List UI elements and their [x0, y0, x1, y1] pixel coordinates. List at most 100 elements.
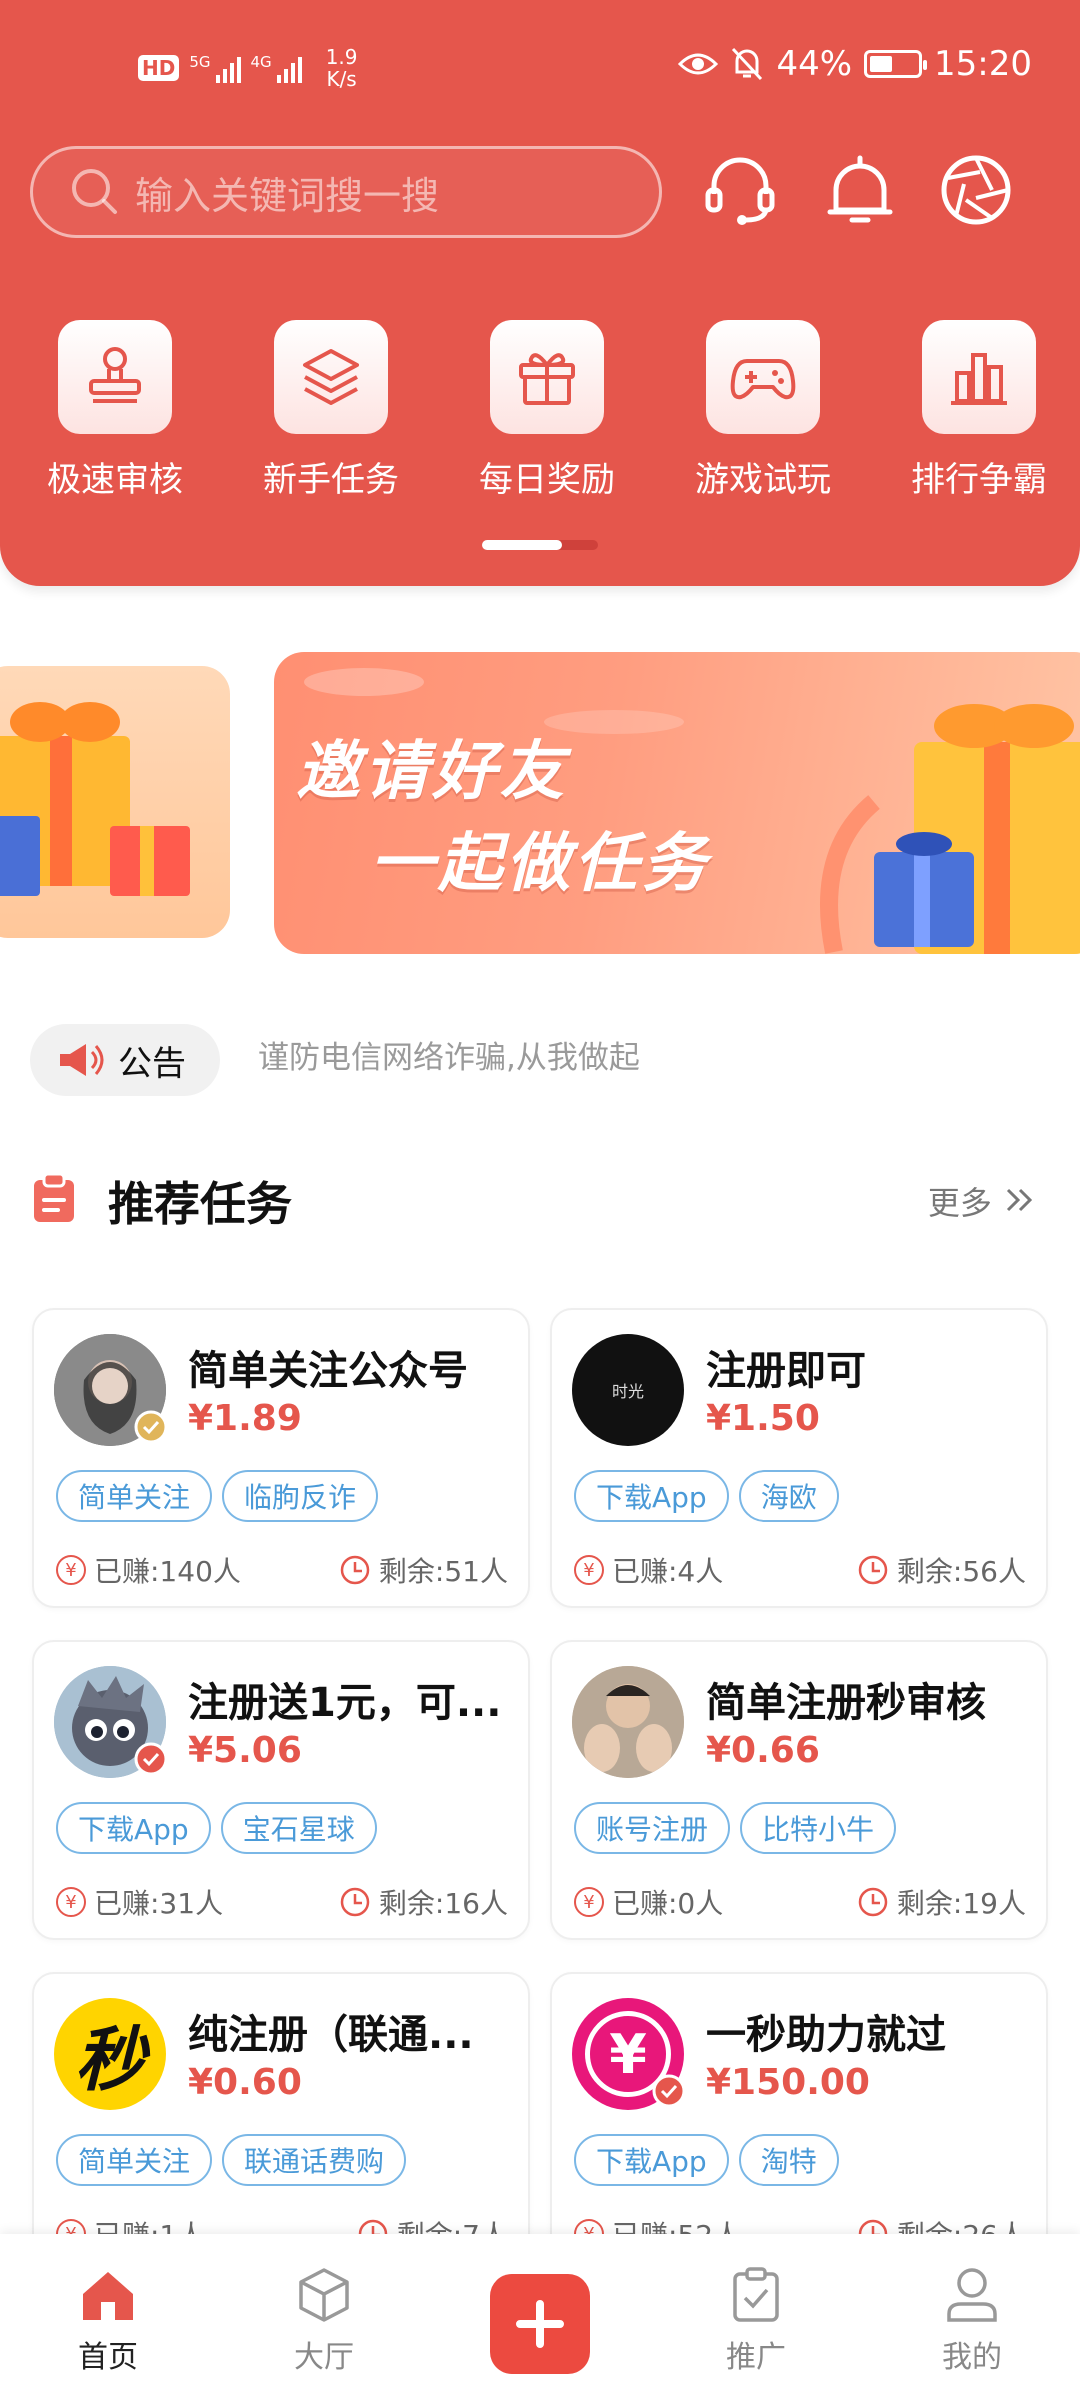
clock-time: 15:20	[934, 44, 1032, 84]
home-icon	[83, 2272, 133, 2320]
remaining-count: 剩余:16人	[378, 1887, 508, 1920]
task-tag: 临朐反诈	[222, 1470, 379, 1522]
battery-icon	[864, 50, 928, 78]
earned-count: 已赚:140人	[94, 1555, 241, 1588]
tab-hall[interactable]: 大厅	[244, 2234, 404, 2400]
task-tag: 下载App	[574, 1470, 729, 1522]
quick-item-daily-reward[interactable]: 每日奖励	[472, 320, 622, 501]
task-tag: 账号注册	[574, 1802, 731, 1854]
task-title: 简单关注公众号	[188, 1348, 468, 1394]
task-tag: 比特小牛	[740, 1802, 897, 1854]
bell-icon[interactable]	[820, 150, 900, 230]
quick-item-newbie-tasks[interactable]: 新手任务	[256, 320, 406, 501]
task-tag: 宝石星球	[220, 1802, 377, 1854]
task-title: 注册即可	[706, 1348, 866, 1394]
avatar: 秒	[54, 1998, 166, 2110]
hd-badge: HD	[138, 55, 180, 81]
search-icon	[72, 169, 117, 214]
task-card[interactable]: ¥ 一秒助力就过 ¥150.00 下载App 淘特 ¥已赚:52人 剩余:26人	[550, 1972, 1048, 2272]
quick-item-fast-review[interactable]: 极速审核	[40, 320, 190, 501]
carousel-pager	[482, 540, 598, 550]
net-speed: 1.9 K/s	[325, 45, 358, 91]
clipboard-check-icon	[733, 2267, 779, 2322]
search-bar[interactable]: 输入关键词搜一搜	[30, 146, 662, 238]
banner-prev-slide[interactable]	[0, 666, 230, 938]
clipboard-icon	[34, 1172, 74, 1222]
task-tag: 联通话费购	[222, 2134, 407, 2186]
tab-promote[interactable]: 推广	[676, 2234, 836, 2400]
task-card[interactable]: 简单关注公众号 ¥1.89 简单关注 临朐反诈 ¥ 已赚:140人 剩余:51人	[32, 1308, 530, 1608]
stamp-icon	[89, 347, 141, 403]
task-price: ¥0.60	[188, 2062, 302, 2103]
task-tag: 海欧	[738, 1470, 839, 1522]
task-title: 纯注册（联通...	[188, 2012, 474, 2058]
header: HD 5G 4G 1.9 K/s 44% 15:20 输入关键词搜一搜 极速审核…	[0, 0, 1080, 586]
remaining-count: 剩余:56人	[896, 1555, 1026, 1588]
quick-menu: 极速审核 新手任务 每日奖励 游戏试玩 排行争霸	[0, 320, 1080, 510]
clock-icon	[858, 1887, 888, 1917]
notice-text[interactable]: 谨防电信网络诈骗,从我做起	[258, 1032, 640, 1077]
quick-item-game-trial[interactable]: 游戏试玩	[688, 320, 838, 501]
bottom-tab-bar: 首页 大厅 推广 我的	[0, 2234, 1080, 2400]
yen-icon: ¥	[56, 1555, 86, 1585]
task-price: ¥0.66	[706, 1730, 820, 1771]
user-icon	[947, 2268, 997, 2322]
remaining-count: 剩余:19人	[896, 1887, 1026, 1920]
task-price: ¥5.06	[188, 1730, 302, 1771]
section-title: 推荐任务	[108, 1177, 292, 1231]
task-title: 注册送1元，可...	[188, 1680, 502, 1726]
task-card[interactable]: 时光 注册即可 ¥1.50 下载App 海欧 ¥ 已赚:4人 剩余:56人	[550, 1308, 1048, 1608]
notice-tag[interactable]: 公告	[30, 1024, 220, 1096]
task-card[interactable]: 注册送1元，可... ¥5.06 下载App 宝石星球 ¥ 已赚:31人 剩余:1…	[32, 1640, 530, 1940]
tab-mine[interactable]: 我的	[892, 2234, 1052, 2400]
earned-count: 已赚:31人	[94, 1887, 224, 1920]
remaining-count: 剩余:51人	[378, 1555, 508, 1588]
status-bar: HD 5G 4G 1.9 K/s 44% 15:20	[0, 36, 1080, 92]
task-title: 简单注册秒审核	[706, 1680, 986, 1726]
clock-icon	[340, 1887, 370, 1917]
task-title: 一秒助力就过	[706, 2012, 946, 2058]
banner-title-line1: 邀请好友	[296, 735, 568, 809]
yen-icon: ¥	[574, 1887, 604, 1917]
search-placeholder: 输入关键词搜一搜	[135, 173, 440, 218]
yen-icon: ¥	[574, 1555, 604, 1585]
layers-icon	[303, 349, 359, 405]
quick-item-ranking[interactable]: 排行争霸	[904, 320, 1054, 501]
tab-home[interactable]: 首页	[28, 2234, 188, 2400]
earned-count: 已赚:4人	[612, 1555, 724, 1588]
task-price: ¥1.50	[706, 1398, 820, 1439]
earned-count: 已赚:0人	[612, 1887, 724, 1920]
task-price: ¥150.00	[706, 2062, 870, 2103]
eye-icon	[678, 53, 719, 75]
invite-banner[interactable]: 邀请好友 一起做任务	[274, 652, 1080, 954]
verified-badge-icon	[134, 1742, 168, 1776]
verified-badge-icon	[134, 1410, 168, 1444]
avatar: 时光	[572, 1334, 684, 1446]
task-tag: 下载App	[56, 1802, 211, 1854]
avatar	[572, 1666, 684, 1778]
task-tag: 下载App	[574, 2134, 729, 2186]
mute-bell-icon	[732, 47, 763, 81]
task-card[interactable]: 简单注册秒审核 ¥0.66 账号注册 比特小牛 ¥ 已赚:0人 剩余:19人	[550, 1640, 1048, 1940]
gift-icon	[519, 353, 575, 405]
verified-badge-icon	[652, 2074, 686, 2108]
task-tag: 淘特	[738, 2134, 839, 2186]
banner-title-line2: 一起做任务	[370, 827, 710, 901]
more-link[interactable]: 更多	[928, 1178, 1038, 1224]
publish-button[interactable]	[490, 2274, 590, 2374]
aperture-icon[interactable]	[936, 150, 1016, 230]
battery-percent: 44%	[776, 44, 853, 84]
gift-box-illustration	[0, 702, 190, 896]
signal-5g-icon: 5G	[189, 53, 241, 83]
bar-chart-icon	[951, 353, 1007, 405]
notice-label: 公告	[118, 1043, 186, 1084]
task-price: ¥1.89	[188, 1398, 302, 1439]
megaphone-icon	[60, 1044, 104, 1076]
gamepad-icon	[730, 359, 796, 400]
clock-icon	[340, 1555, 370, 1585]
headset-icon[interactable]	[700, 150, 780, 230]
task-tag: 简单关注	[56, 2134, 213, 2186]
task-card[interactable]: 秒 纯注册（联通... ¥0.60 简单关注 联通话费购 ¥已赚:1人 剩余:7…	[32, 1972, 530, 2272]
clock-icon	[858, 1555, 888, 1585]
signal-4g-icon: 4G	[251, 53, 302, 83]
